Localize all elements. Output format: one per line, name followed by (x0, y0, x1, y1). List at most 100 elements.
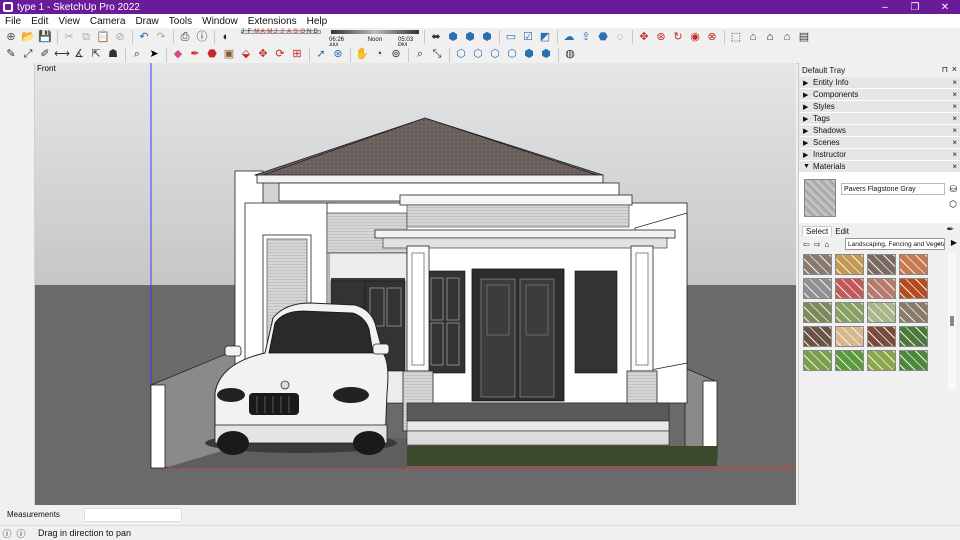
copy-icon[interactable]: ⧉ (78, 29, 94, 45)
material-swatch[interactable] (835, 302, 864, 323)
top-view-icon[interactable]: ⬢ (462, 29, 478, 45)
panel-materials[interactable]: ▼ Materials × (799, 161, 960, 173)
print-icon[interactable]: ⎙ (177, 29, 193, 45)
panel-instructor[interactable]: ▶ Instructor × (799, 149, 960, 161)
line-icon[interactable]: ✎ (3, 47, 19, 63)
warehouse-icon[interactable]: ☁ (561, 29, 577, 45)
menu-file[interactable]: File (0, 16, 26, 27)
panel-close-button[interactable]: × (952, 78, 957, 87)
component-icon[interactable]: ⌂ (745, 29, 761, 45)
material-swatch[interactable] (803, 326, 832, 347)
paint-icon[interactable]: ⬣ (204, 47, 220, 63)
rotate-red-icon[interactable]: ⊛ (653, 29, 669, 45)
panel-close-button[interactable]: × (952, 138, 957, 147)
material-swatch[interactable] (899, 302, 928, 323)
menu-camera[interactable]: Camera (85, 16, 131, 27)
wireframe-icon[interactable]: ⬡ (470, 47, 486, 63)
shadow-settings-bar[interactable]: JFMAMJJASOND 06:26 AM Noon 05:03 PM (237, 28, 421, 49)
create-material-icon[interactable]: ⬡ (949, 199, 957, 210)
menu-view[interactable]: View (53, 16, 85, 27)
geo-location-icon[interactable]: ⓘ (0, 527, 14, 540)
orbit-icon[interactable]: ⊛ (330, 47, 346, 63)
shaded-icon[interactable]: ⬡ (504, 47, 520, 63)
styles-icon[interactable]: ◍ (562, 47, 578, 63)
section-cut-icon[interactable]: ◩ (537, 29, 553, 45)
minimize-button[interactable]: – (870, 0, 900, 14)
pencil-icon[interactable]: ✐ (37, 47, 53, 63)
section-display-icon[interactable]: ☑ (520, 29, 536, 45)
credits-icon[interactable]: ⓘ (14, 527, 28, 540)
menu-help[interactable]: Help (302, 16, 333, 27)
push-pull-icon[interactable]: ⬙ (238, 47, 254, 63)
panel-scenes[interactable]: ▶ Scenes × (799, 137, 960, 149)
model-viewport[interactable]: Front (35, 63, 796, 505)
erase-icon[interactable]: ⊘ (112, 29, 128, 45)
cut-icon[interactable]: ✂ (61, 29, 77, 45)
material-swatch[interactable] (835, 278, 864, 299)
material-swatch[interactable] (867, 350, 896, 371)
material-swatch[interactable] (867, 254, 896, 275)
house-outline-icon[interactable]: ⌂ (779, 29, 795, 45)
undo-icon[interactable]: ↶ (136, 29, 152, 45)
window-icon[interactable]: ▤ (796, 29, 812, 45)
protractor-icon[interactable]: ∡ (71, 47, 87, 63)
material-swatch[interactable] (803, 302, 832, 323)
eraser-icon[interactable]: ◆ (170, 47, 186, 63)
current-material-swatch[interactable] (804, 179, 836, 217)
material-swatch[interactable] (803, 278, 832, 299)
pin-icon[interactable]: ⊓ (942, 65, 948, 74)
zoom-window-icon[interactable]: ⌕ (412, 47, 428, 63)
monochrome-icon[interactable]: ⬢ (538, 47, 554, 63)
panel-close-button[interactable]: × (952, 162, 957, 171)
material-swatch[interactable] (835, 350, 864, 371)
details-arrow-icon[interactable]: ▶ (951, 238, 957, 247)
move-icon[interactable]: ✥ (255, 47, 271, 63)
shape-icon[interactable]: ▣ (221, 47, 237, 63)
panel-close-button[interactable]: × (952, 102, 957, 111)
pen-icon[interactable]: ✒ (187, 47, 203, 63)
arc-icon[interactable]: ⤢ (20, 47, 36, 63)
offset-red-icon[interactable]: ◉ (687, 29, 703, 45)
home-icon[interactable]: ⌂ (824, 240, 829, 249)
iso-view-icon[interactable]: ⬢ (445, 29, 461, 45)
extension-warehouse-icon[interactable]: ⬣ (595, 29, 611, 45)
move-red-icon[interactable]: ✥ (636, 29, 652, 45)
material-swatch[interactable] (835, 326, 864, 347)
front-view-icon[interactable]: ⬢ (479, 29, 495, 45)
open-icon[interactable]: 📂 (20, 29, 36, 45)
select-icon[interactable]: ➤ (146, 47, 162, 63)
walk-icon[interactable]: ◔ (371, 47, 387, 63)
section-plane-icon[interactable]: ▭ (503, 29, 519, 45)
menu-tools[interactable]: Tools (164, 16, 197, 27)
save-icon[interactable]: 💾 (37, 29, 53, 45)
zoom-icon[interactable]: ⌕ (129, 47, 145, 63)
panel-close-button[interactable]: × (952, 90, 957, 99)
material-swatch[interactable] (899, 350, 928, 371)
follow-icon[interactable]: ➚ (313, 47, 329, 63)
textured-icon[interactable]: ⬢ (521, 47, 537, 63)
material-swatch[interactable] (899, 278, 928, 299)
paste-icon[interactable]: 📋 (95, 29, 111, 45)
3d-text-icon[interactable]: ⬚ (728, 29, 744, 45)
material-name-field[interactable]: Pavers Flagstone Gray (841, 183, 945, 195)
xray-icon[interactable]: ⬡ (453, 47, 469, 63)
follow-me-red-icon[interactable]: ↻ (670, 29, 686, 45)
look-around-icon[interactable]: ⊚ (388, 47, 404, 63)
menu-window[interactable]: Window (197, 16, 243, 27)
material-swatch[interactable] (803, 350, 832, 371)
measurements-input[interactable] (84, 508, 182, 522)
tray-close-button[interactable]: × (952, 64, 957, 74)
panel-entity-info[interactable]: ▶ Entity Info × (799, 77, 960, 89)
house-icon[interactable]: ⌂ (762, 29, 778, 45)
panel-close-button[interactable]: × (952, 150, 957, 159)
eyedropper-icon[interactable]: ✒ (943, 224, 957, 235)
model-info-icon[interactable]: ⓘ (194, 29, 210, 45)
panel-close-button[interactable]: × (952, 114, 957, 123)
scale-icon[interactable]: ⊞ (289, 47, 305, 63)
material-swatch[interactable] (867, 326, 896, 347)
menu-draw[interactable]: Draw (130, 16, 163, 27)
menu-edit[interactable]: Edit (26, 16, 53, 27)
maximize-button[interactable]: ❐ (900, 0, 930, 14)
material-swatch[interactable] (867, 278, 896, 299)
rotate-icon[interactable]: ⟳ (272, 47, 288, 63)
